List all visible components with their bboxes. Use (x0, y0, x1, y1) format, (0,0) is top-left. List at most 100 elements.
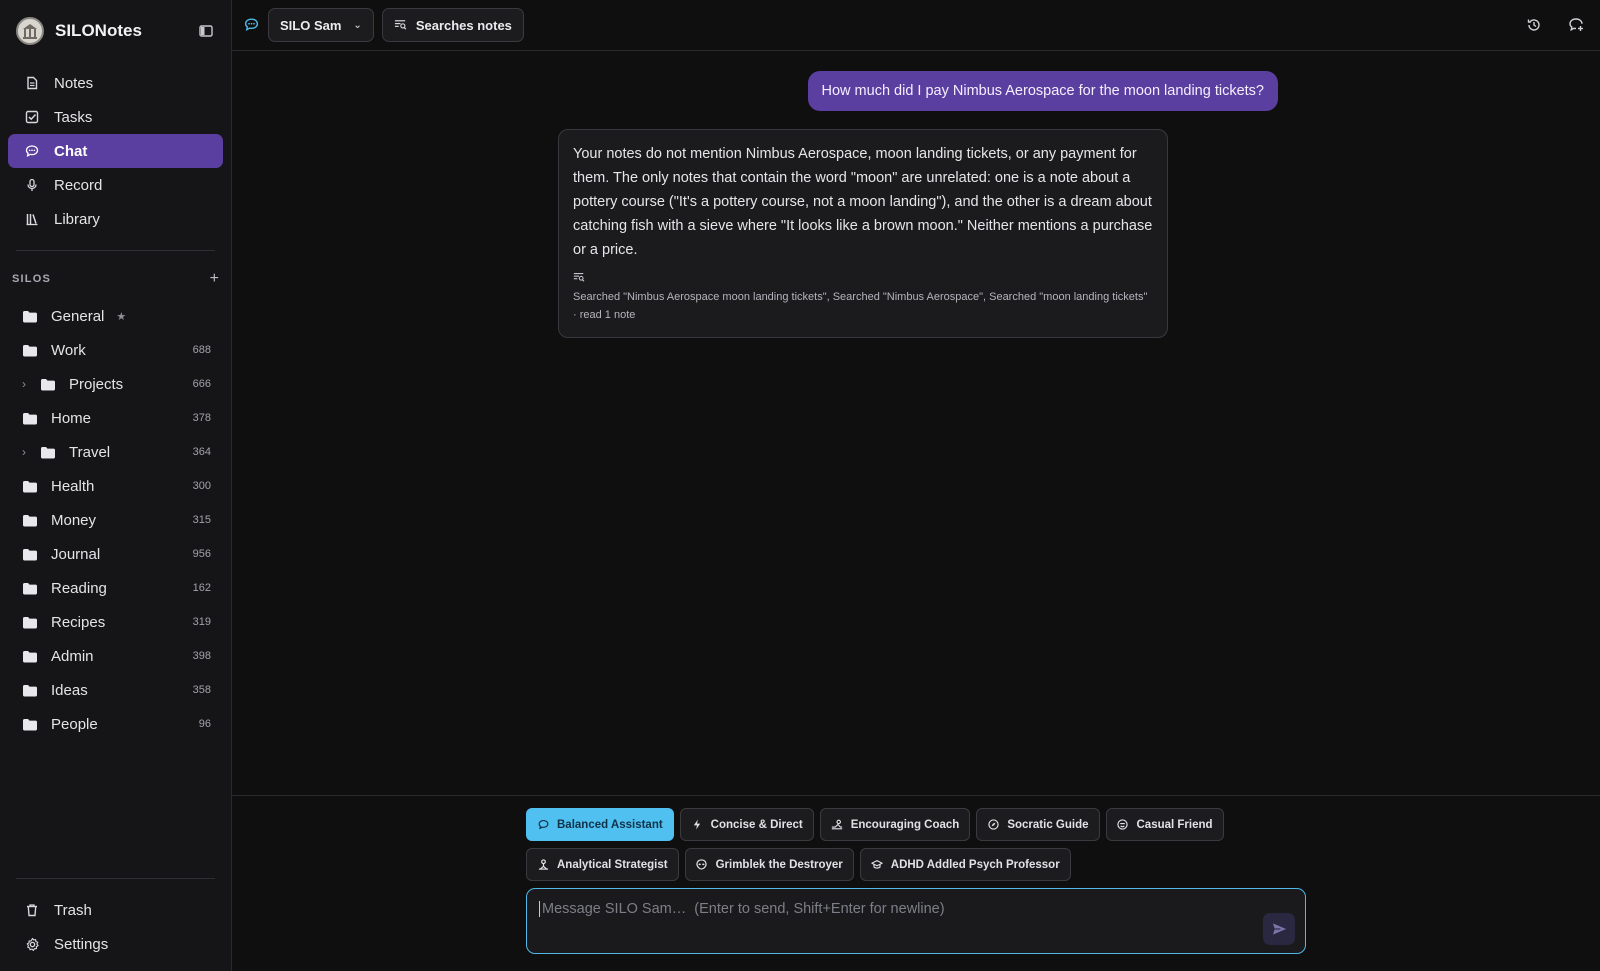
folder-icon (23, 514, 37, 526)
silo-name: General (51, 307, 105, 325)
app-root: SILONotes Notes Tasks Chat Record Librar… (0, 0, 1600, 971)
folder-icon (23, 650, 37, 662)
persona-adhd-psych-professor[interactable]: ADHD Addled Psych Professor (859, 848, 1071, 881)
silo-count: 956 (192, 548, 211, 560)
tasks-icon (24, 109, 40, 125)
sidebar-bottom: Trash Settings (0, 878, 231, 971)
chat-bubble-icon (537, 819, 549, 831)
add-silo-button[interactable]: + (210, 270, 219, 288)
silo-name: Journal (51, 545, 101, 563)
persona-label: Balanced Assistant (557, 818, 663, 831)
folder-icon (23, 616, 37, 628)
composer: Balanced Assistant Concise & Direct Enco… (232, 795, 1600, 971)
silo-item-home[interactable]: Home 378 (0, 401, 231, 435)
alien-icon (696, 859, 708, 871)
folder-icon (23, 718, 37, 730)
persona-concise-direct[interactable]: Concise & Direct (679, 808, 814, 841)
strategy-icon (537, 859, 549, 871)
silo-item-health[interactable]: Health 300 (0, 469, 231, 503)
silo-item-money[interactable]: Money 315 (0, 503, 231, 537)
silo-name: Health (51, 477, 95, 495)
nav-item-record[interactable]: Record (8, 168, 223, 202)
new-chat-icon[interactable] (1566, 15, 1586, 35)
folder-icon (23, 480, 37, 492)
smile-icon (1117, 819, 1129, 831)
assistant-selector[interactable]: SILO Sam ⌄ (268, 8, 374, 42)
assistant-message-text: Your notes do not mention Nimbus Aerospa… (573, 146, 1153, 258)
compass-icon (987, 819, 999, 831)
silo-count: 364 (192, 446, 211, 458)
nav-label: Trash (54, 901, 92, 919)
sidebar-divider (16, 250, 215, 251)
silo-item-projects[interactable]: › Projects 666 (0, 367, 231, 401)
nav-item-settings[interactable]: Settings (8, 927, 223, 961)
nav-item-trash[interactable]: Trash (8, 893, 223, 927)
chat-icon (244, 17, 260, 33)
assistant-label: SILO Sam (280, 17, 342, 33)
silo-item-reading[interactable]: Reading 162 (0, 571, 231, 605)
persona-socratic-guide[interactable]: Socratic Guide (976, 808, 1100, 841)
main-panel: SILO Sam ⌄ Searches notes How much did I… (232, 0, 1600, 971)
folder-icon (23, 582, 37, 594)
library-icon (24, 211, 40, 227)
send-button[interactable] (1263, 913, 1295, 945)
nav-label: Chat (54, 142, 88, 160)
nav-item-chat[interactable]: Chat (8, 134, 223, 168)
persona-label: Socratic Guide (1007, 818, 1089, 831)
silo-count: 666 (192, 378, 211, 390)
silo-count: 315 (192, 514, 211, 526)
silo-name: Home (51, 409, 92, 427)
silo-item-ideas[interactable]: Ideas 358 (0, 673, 231, 707)
brand: SILONotes (0, 0, 231, 62)
topbar: SILO Sam ⌄ Searches notes (232, 0, 1600, 51)
silo-item-people[interactable]: People 96 (0, 707, 231, 741)
chevron-right-icon[interactable]: › (22, 445, 34, 459)
chevron-down-icon: ⌄ (353, 19, 362, 31)
app-name: SILONotes (55, 21, 142, 40)
coach-icon (831, 819, 843, 831)
folder-icon (23, 548, 37, 560)
graduation-cap-icon (871, 859, 883, 871)
folder-icon (23, 684, 37, 696)
silo-name: Projects (69, 375, 124, 393)
search-mode-label: Searches notes (415, 17, 512, 33)
silo-count: 688 (192, 344, 211, 356)
nav-item-tasks[interactable]: Tasks (8, 100, 223, 134)
silos-header: SILOS + (0, 265, 231, 293)
silos-list: General ★ Work 688 › Projects 666 Home 3… (0, 299, 231, 741)
logo-icon (16, 17, 44, 45)
silo-item-admin[interactable]: Admin 398 (0, 639, 231, 673)
message-input[interactable] (539, 901, 1293, 917)
persona-grimblek-the-destroyer[interactable]: Grimblek the Destroyer (684, 848, 854, 881)
silo-count: 398 (192, 650, 211, 662)
history-icon[interactable] (1524, 15, 1544, 35)
message-input-box (526, 888, 1306, 954)
persona-label: Analytical Strategist (557, 858, 668, 871)
folder-icon (41, 378, 55, 390)
nav-item-library[interactable]: Library (8, 202, 223, 236)
folder-icon (23, 310, 37, 322)
silo-name: Admin (51, 647, 94, 665)
persona-encouraging-coach[interactable]: Encouraging Coach (819, 808, 971, 841)
folder-icon (23, 412, 37, 424)
chevron-right-icon[interactable]: › (22, 377, 34, 391)
silo-count: 96 (198, 718, 211, 730)
persona-casual-friend[interactable]: Casual Friend (1105, 808, 1224, 841)
persona-analytical-strategist[interactable]: Analytical Strategist (526, 848, 679, 881)
sidebar-collapse-icon[interactable] (197, 22, 215, 40)
nav-item-notes[interactable]: Notes (8, 66, 223, 100)
persona-balanced-assistant[interactable]: Balanced Assistant (526, 808, 674, 841)
silo-item-recipes[interactable]: Recipes 319 (0, 605, 231, 639)
search-mode-button[interactable]: Searches notes (381, 8, 524, 42)
topbar-actions (1524, 15, 1586, 35)
silo-item-travel[interactable]: › Travel 364 (0, 435, 231, 469)
folder-icon (41, 446, 55, 458)
silo-item-general[interactable]: General ★ (0, 299, 231, 333)
silo-item-work[interactable]: Work 688 (0, 333, 231, 367)
trash-icon (24, 902, 40, 918)
silo-item-journal[interactable]: Journal 956 (0, 537, 231, 571)
microphone-icon (24, 177, 40, 193)
persona-label: Encouraging Coach (850, 818, 960, 831)
silo-name: Reading (51, 579, 107, 597)
persona-label: Concise & Direct (710, 818, 803, 831)
